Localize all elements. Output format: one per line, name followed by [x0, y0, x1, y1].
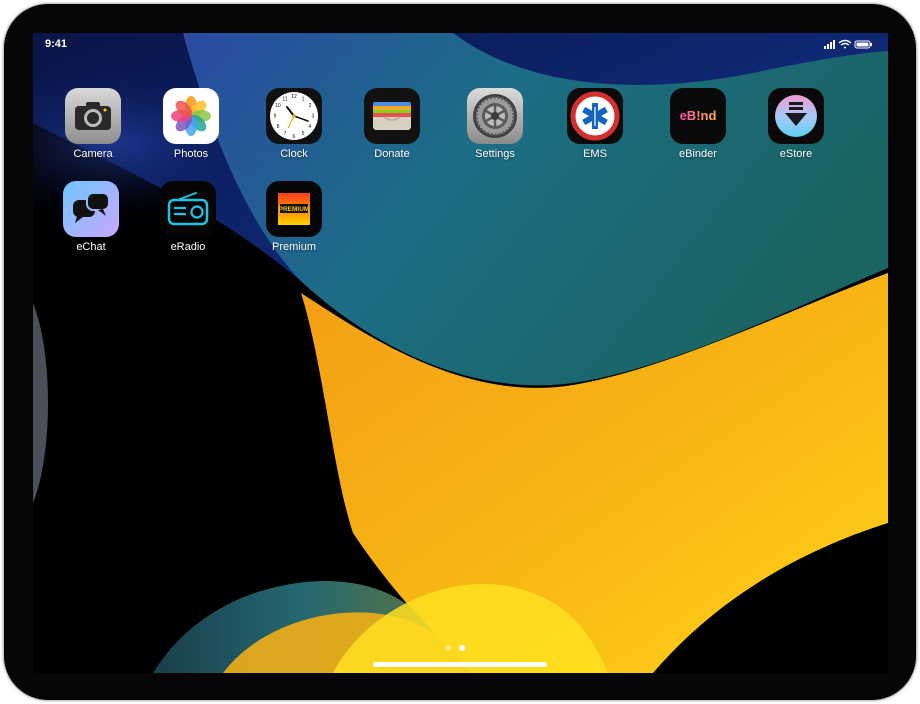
app-label: eRadio [170, 241, 206, 253]
wifi-icon [838, 39, 852, 49]
home-screen: 9:41 Camera Photos 12 1 2 3 4 5 6 7 8 9 … [33, 33, 888, 673]
gear-icon [467, 88, 523, 144]
status-bar: 9:41 [33, 33, 888, 57]
chat-bubbles-icon [63, 181, 119, 237]
camera-icon [65, 88, 121, 144]
svg-text:1: 1 [302, 97, 305, 103]
cellular-signal-icon [824, 40, 835, 49]
download-arrow-icon [768, 88, 824, 144]
page-dot-1[interactable] [445, 645, 451, 651]
app-label: eBinder [679, 148, 717, 160]
svg-text:6: 6 [293, 134, 296, 140]
app-eradio[interactable]: eRadio [148, 181, 228, 261]
premium-logo-text: PREMIUM [279, 206, 310, 213]
app-camera[interactable]: Camera [53, 88, 133, 168]
app-photos[interactable]: Photos [151, 88, 231, 168]
svg-text:8: 8 [277, 124, 280, 130]
svg-text:2: 2 [309, 103, 312, 109]
battery-icon [854, 40, 872, 49]
app-echat[interactable]: eChat [51, 181, 131, 261]
status-time: 9:41 [45, 38, 68, 50]
app-label: Clock [280, 148, 308, 160]
app-label: Settings [475, 148, 515, 160]
svg-text:3: 3 [312, 114, 315, 120]
premium-icon: PREMIUM [266, 181, 322, 237]
app-ebinder[interactable]: eB!nd eBinder [658, 88, 738, 168]
app-label: EMS [583, 148, 607, 160]
home-indicator[interactable] [373, 662, 547, 667]
svg-text:10: 10 [275, 103, 281, 109]
page-indicator[interactable] [443, 645, 467, 653]
app-label: Donate [374, 148, 410, 160]
photos-flower-icon [163, 88, 219, 144]
app-estore[interactable]: eStore [756, 88, 836, 168]
svg-text:12: 12 [291, 94, 297, 100]
svg-text:11: 11 [282, 97, 287, 103]
page-dot-2-current[interactable] [459, 645, 465, 651]
app-ems[interactable]: EMS [555, 88, 635, 168]
status-icons [824, 39, 872, 49]
svg-text:5: 5 [302, 131, 305, 137]
star-of-life-icon [567, 88, 623, 144]
clock-icon: 12 1 2 3 4 5 6 7 8 9 10 11 [266, 88, 322, 144]
ebinder-logo-icon: eB!nd [670, 88, 726, 144]
app-clock[interactable]: 12 1 2 3 4 5 6 7 8 9 10 11 Clock [254, 88, 334, 168]
app-label: Camera [73, 148, 113, 160]
app-label: eStore [779, 148, 813, 160]
app-settings[interactable]: Settings [455, 88, 535, 168]
app-label: eChat [76, 241, 106, 253]
app-donate[interactable]: Donate [352, 88, 432, 168]
svg-text:7: 7 [284, 131, 287, 137]
app-premium[interactable]: PREMIUM Premium [254, 181, 334, 261]
wallet-cards-icon [364, 88, 420, 144]
app-label: Premium [271, 241, 316, 253]
svg-text:4: 4 [309, 124, 312, 130]
radio-icon [160, 181, 216, 237]
svg-text:9: 9 [274, 114, 277, 120]
svg-text:eB!nd: eB!nd [680, 108, 717, 123]
app-label: Photos [173, 148, 209, 160]
